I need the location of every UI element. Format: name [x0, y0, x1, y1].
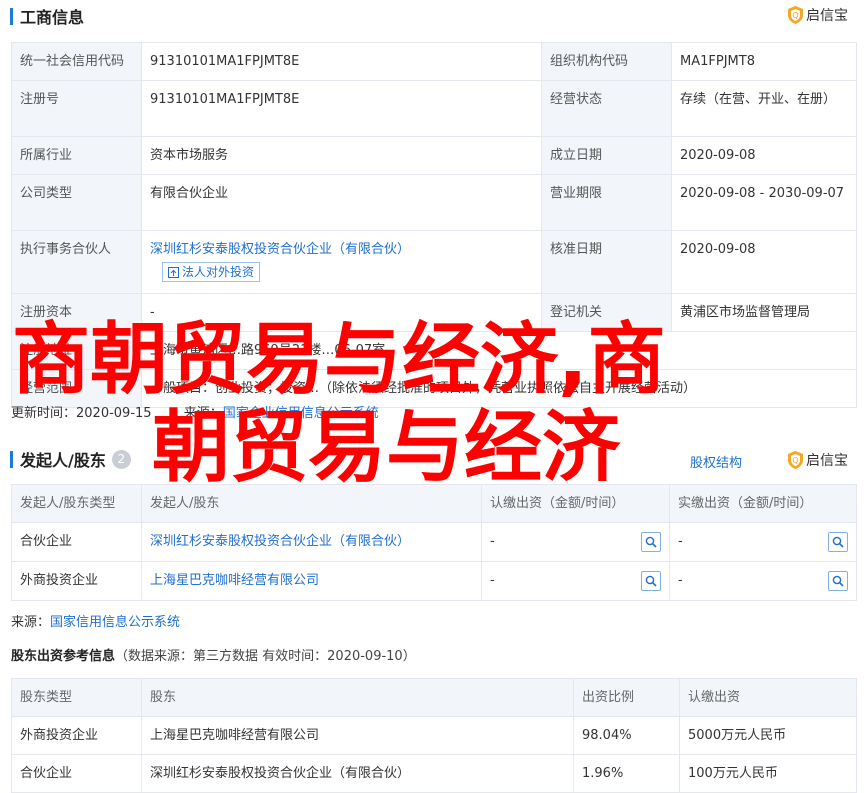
paid-value: - [678, 534, 683, 549]
amount-value: 100万元人民币 [679, 754, 857, 793]
qixinbao-badge[interactable]: Q 启信宝 [788, 5, 848, 25]
search-button[interactable] [828, 571, 848, 591]
shareholder-link[interactable]: 上海星巴克咖啡经营有限公司 [141, 561, 482, 601]
table-row: 合伙企业 深圳红杉安泰股权投资合伙企业（有限合伙） 1.96% 100万元人民币 [11, 754, 857, 793]
subscribed-cell: - [481, 522, 670, 562]
credit-code-value: 91310101MA1FPJMT8E [141, 42, 542, 81]
approval-label: 核准日期 [541, 230, 672, 294]
table-row: 统一社会信用代码 91310101MA1FPJMT8E 组织机构代码 MA1FP… [11, 42, 857, 81]
shareholder-type: 外商投资企业 [11, 716, 142, 755]
search-button[interactable] [641, 532, 661, 552]
shareholder-name: 深圳红杉安泰股权投资合伙企业（有限合伙） [141, 754, 574, 793]
partner-investment-label: 法人对外投资 [182, 265, 255, 279]
paid-value: - [678, 573, 683, 588]
shield-icon: Q [788, 451, 803, 469]
amount-value: 5000万元人民币 [679, 716, 857, 755]
subscribed-value: - [490, 534, 495, 549]
reg-no-value: 91310101MA1FPJMT8E [141, 80, 542, 137]
shareholder-link[interactable]: 深圳红杉安泰股权投资合伙企业（有限合伙） [141, 522, 482, 562]
shareholders-table: 发起人/股东类型 发起人/股东 认缴出资（金额/时间） 实缴出资（金额/时间） … [11, 484, 857, 601]
shareholder-type: 外商投资企业 [11, 561, 142, 601]
col-header-ratio: 出资比例 [573, 678, 680, 717]
search-icon [645, 536, 657, 548]
company-type-label: 公司类型 [11, 174, 142, 231]
approval-value: 2020-09-08 [671, 230, 857, 294]
table-row: 公司类型 有限合伙企业 营业期限 2020-09-08 - 2030-09-07 [11, 174, 857, 231]
qixinbao-badge[interactable]: Q 启信宝 [788, 450, 848, 470]
table-header-row: 股东类型 股东 出资比例 认缴出资 [11, 678, 857, 717]
company-type-value: 有限合伙企业 [141, 174, 542, 231]
search-button[interactable] [641, 571, 661, 591]
table-row: 合伙企业 深圳红杉安泰股权投资合伙企业（有限合伙） - - [11, 522, 857, 562]
partner-investment-button[interactable]: 法人对外投资 [162, 262, 261, 282]
business-info-header: 工商信息 [10, 4, 84, 28]
founded-value: 2020-09-08 [671, 136, 857, 175]
status-label: 经营状态 [541, 80, 672, 137]
reference-title: 股东出资参考信息 [11, 649, 116, 664]
table-row: 注册号 91310101MA1FPJMT8E 经营状态 存续（在营、开业、在册） [11, 80, 857, 137]
shareholders-title: 发起人/股东 [20, 451, 106, 470]
search-icon [832, 536, 844, 548]
equity-structure-label: 股权结构 [690, 456, 743, 471]
org-code-value: MA1FPJMT8 [671, 42, 857, 81]
subscribed-value: - [490, 573, 495, 588]
paid-cell: - [669, 561, 857, 601]
table-row: 外商投资企业 上海星巴克咖啡经营有限公司 98.04% 5000万元人民币 [11, 716, 857, 755]
shareholders-header: 发起人/股东 2 [10, 447, 131, 471]
equity-structure-link[interactable]: 股权结构 [690, 452, 742, 471]
source-label: 来源： [11, 615, 51, 630]
export-icon [168, 266, 179, 278]
shield-icon: Q [788, 6, 803, 24]
search-icon [645, 575, 657, 587]
col-header-paid: 实缴出资（金额/时间） [669, 484, 857, 523]
update-time: 2020-09-15 [76, 406, 152, 421]
business-info-title: 工商信息 [20, 8, 85, 27]
source-link[interactable]: 国家信用信息公示系统 [50, 615, 180, 630]
shareholder-type: 合伙企业 [11, 754, 142, 793]
authority-value: 黄浦区市场监督管理局 [671, 292, 857, 332]
paid-cell: - [669, 522, 857, 562]
reg-no-label: 注册号 [11, 80, 142, 137]
qixinbao-label: 启信宝 [806, 8, 848, 24]
term-value: 2020-09-08 - 2030-09-07 [671, 174, 857, 231]
table-row: 外商投资企业 上海星巴克咖啡经营有限公司 - - [11, 561, 857, 601]
overlay-title-line1: 商朝贸易与经济,商 [12, 315, 666, 405]
ratio-value: 1.96% [573, 754, 680, 793]
partner-label: 执行事务合伙人 [11, 230, 142, 294]
term-label: 营业期限 [541, 174, 672, 231]
col-header-amount: 认缴出资 [679, 678, 857, 717]
industry-label: 所属行业 [11, 136, 142, 175]
reference-header: 股东出资参考信息（数据来源：第三方数据 有效时间：2020-09-10） [11, 645, 416, 664]
col-header-type: 发起人/股东类型 [11, 484, 142, 523]
col-header-type: 股东类型 [11, 678, 142, 717]
ratio-value: 98.04% [573, 716, 680, 755]
shareholder-type: 合伙企业 [11, 522, 142, 562]
overlay-title-line2: 朝贸易与经济 [152, 403, 621, 493]
search-icon [832, 575, 844, 587]
credit-code-label: 统一社会信用代码 [11, 42, 142, 81]
partner-link[interactable]: 深圳红杉安泰股权投资合伙企业（有限合伙） [150, 240, 533, 259]
search-button[interactable] [828, 532, 848, 552]
reference-meta: （数据来源：第三方数据 有效时间：2020-09-10） [115, 649, 416, 664]
industry-value: 资本市场服务 [141, 136, 542, 175]
org-code-label: 组织机构代码 [541, 42, 672, 81]
qixinbao-label: 启信宝 [806, 453, 848, 469]
col-header-name: 股东 [141, 678, 574, 717]
shareholders-count-badge: 2 [111, 449, 131, 469]
table-row: 执行事务合伙人 深圳红杉安泰股权投资合伙企业（有限合伙） 法人对外投资 核准日期… [11, 230, 857, 294]
founded-label: 成立日期 [541, 136, 672, 175]
table-row: 所属行业 资本市场服务 成立日期 2020-09-08 [11, 136, 857, 175]
subscribed-cell: - [481, 561, 670, 601]
shareholder-name: 上海星巴克咖啡经营有限公司 [141, 716, 574, 755]
svg-text:Q: Q [792, 11, 798, 20]
shareholders-source-line: 来源：国家信用信息公示系统 [11, 611, 180, 630]
partner-cell: 深圳红杉安泰股权投资合伙企业（有限合伙） 法人对外投资 [141, 230, 542, 294]
section-accent-bar [10, 450, 13, 468]
section-accent-bar [10, 7, 13, 25]
status-value: 存续（在营、开业、在册） [671, 80, 857, 137]
update-label: 更新时间： [11, 406, 77, 421]
reference-table: 股东类型 股东 出资比例 认缴出资 外商投资企业 上海星巴克咖啡经营有限公司 9… [11, 678, 857, 793]
svg-text:Q: Q [792, 456, 798, 465]
